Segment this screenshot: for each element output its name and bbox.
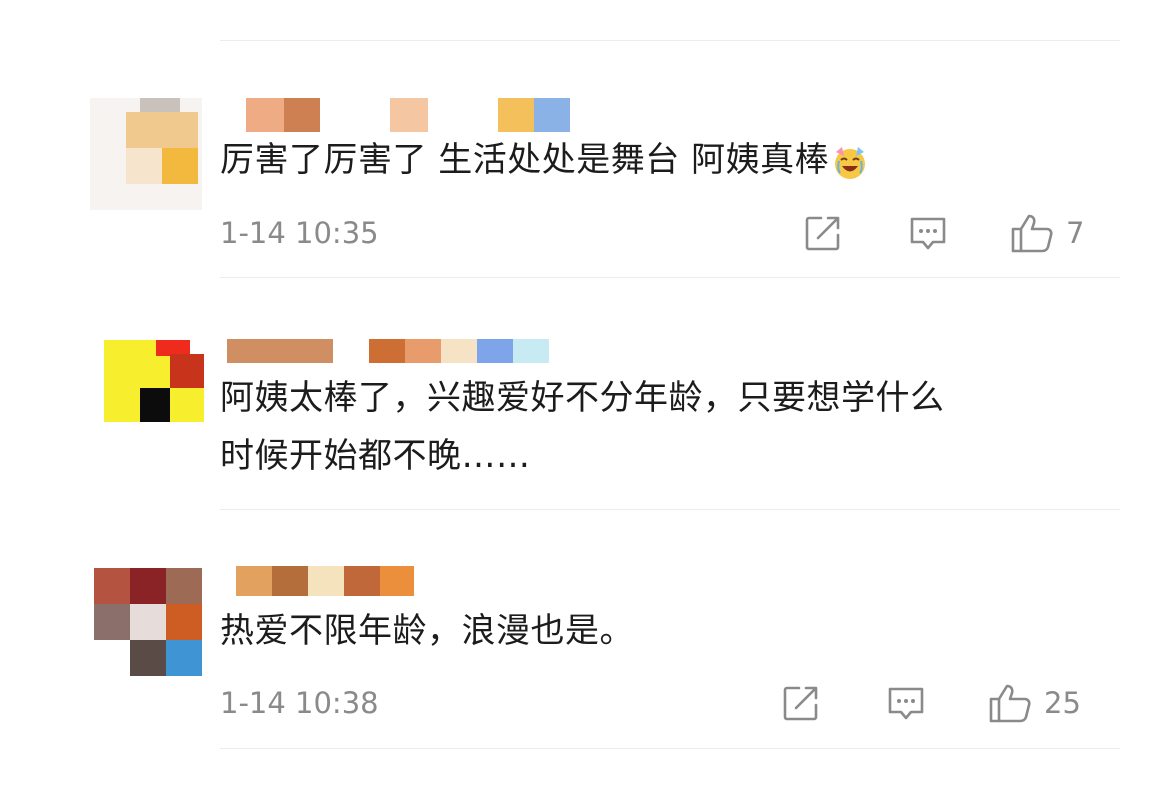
like-count-1: 7 xyxy=(1066,216,1085,250)
like-count-3: 25 xyxy=(1044,686,1081,720)
divider-1 xyxy=(220,277,1120,278)
avatar-2[interactable] xyxy=(90,334,204,446)
like-button-3[interactable]: 25 xyxy=(988,682,1081,724)
divider-2 xyxy=(220,509,1120,510)
laughing-crying-emoji-icon xyxy=(835,146,866,179)
comment-icon xyxy=(888,687,924,720)
divider-3 xyxy=(220,748,1120,749)
thumbs-up-icon xyxy=(989,684,1031,723)
comment-text-2-line-2: 时候开始都不晚…… xyxy=(220,436,531,476)
divider-top xyxy=(220,40,1120,41)
comment-text-3: 热爱不限年龄，浪漫也是。 xyxy=(220,611,634,651)
share-button-1[interactable] xyxy=(804,214,842,252)
comment-button-1[interactable] xyxy=(908,215,948,253)
comment-text-2-line-1: 阿姨太棒了，兴趣爱好不分年龄，只要想学什么 xyxy=(220,378,945,418)
username-2[interactable] xyxy=(227,339,557,373)
avatar-1[interactable] xyxy=(90,98,202,210)
share-icon xyxy=(783,686,818,721)
comment-text-2: 阿姨太棒了，兴趣爱好不分年龄，只要想学什么 时候开始都不晚…… xyxy=(220,369,945,485)
share-icon xyxy=(805,216,840,251)
comment-icon xyxy=(910,217,946,250)
comment-text-1: 厉害了厉害了 生活处处是舞台 阿姨真棒 xyxy=(220,131,869,189)
comment-time-1: 1-14 10:35 xyxy=(220,216,379,250)
like-button-1[interactable]: 7 xyxy=(1010,212,1084,254)
avatar-3[interactable] xyxy=(90,564,202,676)
comment-text-1-body: 厉害了厉害了 生活处处是舞台 阿姨真棒 xyxy=(220,140,830,180)
comment-time-3: 1-14 10:38 xyxy=(220,686,379,720)
username-1[interactable] xyxy=(246,98,576,132)
username-3[interactable] xyxy=(236,566,426,600)
share-button-3[interactable] xyxy=(782,684,820,722)
thumbs-up-icon xyxy=(1011,214,1053,253)
comment-button-3[interactable] xyxy=(886,685,926,723)
